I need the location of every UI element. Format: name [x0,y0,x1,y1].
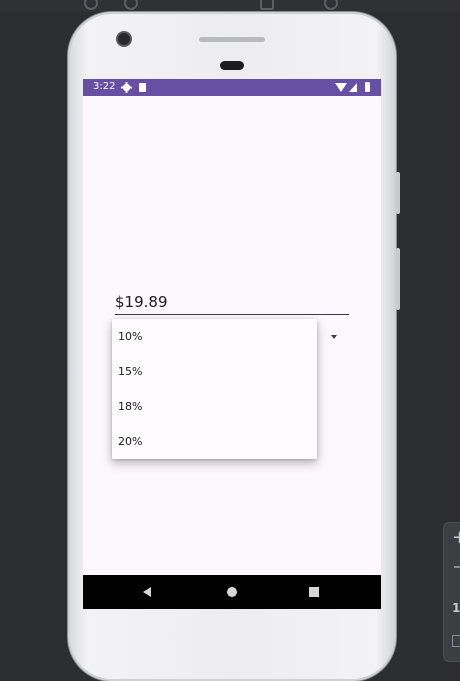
menu-item-tip-20[interactable]: 20% [112,424,317,459]
toolbar-icon[interactable] [124,0,138,10]
fit-screen-icon[interactable] [452,635,460,647]
tip-percentage-menu: 10% 15% 18% 20% [112,319,317,459]
earpiece [220,61,244,70]
status-time: 3:22 [93,81,116,92]
home-icon[interactable] [227,587,237,597]
emulator-zoom-panel: + 1: [443,522,460,662]
zoom-in-icon[interactable]: + [452,527,460,548]
menu-item-tip-15[interactable]: 15% [112,354,317,389]
zoom-out-icon[interactable] [454,566,460,568]
dropdown-arrow-icon[interactable] [331,335,337,339]
cell-signal-icon [349,83,357,92]
menu-item-tip-10[interactable]: 10% [112,319,317,354]
sd-card-icon [139,83,146,92]
volume-button[interactable] [396,248,400,310]
back-icon[interactable] [143,587,151,597]
zoom-ratio-label[interactable]: 1: [452,601,460,615]
toolbar-icon[interactable] [260,0,274,10]
settings-gear-icon [121,82,132,93]
menu-item-tip-18[interactable]: 18% [112,389,317,424]
bill-amount-field[interactable]: $19.89 [115,292,349,315]
status-bar: 3:22 [83,79,381,96]
toolbar-icon[interactable] [84,0,98,10]
power-button[interactable] [396,172,400,214]
wifi-icon [335,83,347,92]
recents-icon[interactable] [309,587,319,597]
toolbar-icon[interactable] [324,0,338,10]
speaker-grille [199,37,265,42]
front-camera-icon [118,33,130,45]
device-screen: 3:22 $19.89 10% 15% 18% 20% [83,79,381,609]
navigation-bar [83,575,381,609]
battery-icon [365,82,370,92]
emulator-top-strip [0,0,460,12]
